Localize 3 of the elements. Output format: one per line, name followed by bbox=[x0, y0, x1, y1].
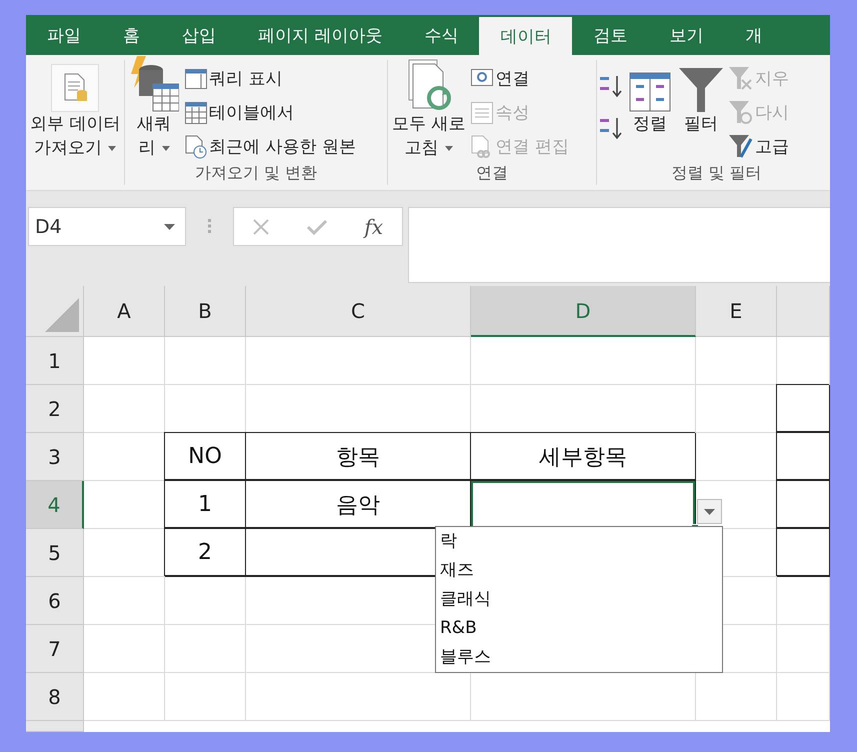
group-label: 정렬 및 필터 bbox=[670, 163, 763, 184]
group-label: 가져오기 및 변환 bbox=[194, 163, 318, 184]
group-label: 연결 bbox=[475, 163, 509, 184]
